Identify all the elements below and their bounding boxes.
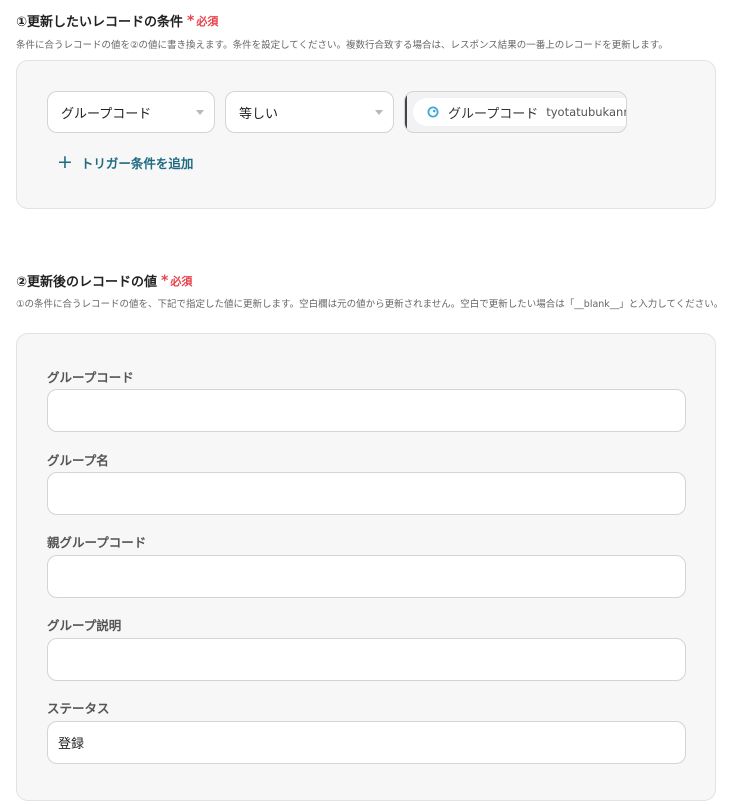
required-badge: * 必須 bbox=[161, 273, 192, 289]
section2-title: ②更新後のレコードの値 * 必須 bbox=[16, 271, 192, 291]
add-trigger-label: トリガー条件を追加 bbox=[80, 156, 194, 171]
section1-title: ①更新したいレコードの条件 * 必須 bbox=[16, 11, 218, 31]
required-label: 必須 bbox=[196, 14, 219, 28]
condition-operator-value: 等しい bbox=[239, 106, 279, 122]
section2-title-text: ②更新後のレコードの値 bbox=[16, 275, 158, 290]
group-name-input[interactable] bbox=[47, 472, 686, 515]
text-cursor bbox=[405, 94, 407, 130]
required-star: * bbox=[161, 272, 169, 289]
required-star: * bbox=[187, 12, 195, 29]
chevron-down-icon bbox=[196, 110, 204, 115]
field-label-status: ステータス bbox=[47, 701, 110, 716]
parent-group-code-input[interactable] bbox=[47, 555, 686, 598]
section1-title-text: ①更新したいレコードの条件 bbox=[16, 15, 184, 30]
add-trigger-condition-button[interactable]: + トリガー条件を追加 bbox=[57, 153, 193, 172]
data-source-icon bbox=[427, 106, 439, 118]
condition-value-input[interactable]: グループコード tyotatubukanr bbox=[404, 91, 627, 133]
condition-panel: グループコード 等しい グループコード tyotatubukanr + トリガー… bbox=[16, 60, 716, 209]
field-label-group-code: グループコード bbox=[47, 370, 134, 385]
update-values-panel: グループコード グループ名 親グループコード グループ説明 ステータス bbox=[16, 333, 716, 801]
section2-description: ①の条件に合うレコードの値を、下記で指定した値に更新します。空白欄は元の値から更… bbox=[16, 299, 724, 310]
group-code-input[interactable] bbox=[47, 389, 686, 432]
value-chip-sub: tyotatubukanr bbox=[546, 105, 627, 119]
plus-icon: + bbox=[57, 151, 73, 173]
condition-field-value: グループコード bbox=[61, 106, 152, 122]
required-badge: * 必須 bbox=[187, 13, 218, 29]
condition-field-select[interactable]: グループコード bbox=[47, 91, 215, 133]
field-label-group-description: グループ説明 bbox=[47, 618, 122, 633]
status-input[interactable] bbox=[47, 721, 686, 764]
value-chip[interactable]: グループコード tyotatubukanr bbox=[413, 98, 627, 126]
condition-operator-select[interactable]: 等しい bbox=[225, 91, 394, 133]
value-chip-label: グループコード bbox=[448, 106, 539, 122]
field-label-group-name: グループ名 bbox=[47, 453, 109, 468]
field-label-parent-group-code: 親グループコード bbox=[47, 535, 147, 550]
required-label: 必須 bbox=[170, 274, 193, 288]
group-description-input[interactable] bbox=[47, 638, 686, 681]
chevron-down-icon bbox=[375, 110, 383, 115]
section1-description: 条件に合うレコードの値を②の値に書き換えます。条件を設定してください。複数行合致… bbox=[16, 40, 668, 51]
